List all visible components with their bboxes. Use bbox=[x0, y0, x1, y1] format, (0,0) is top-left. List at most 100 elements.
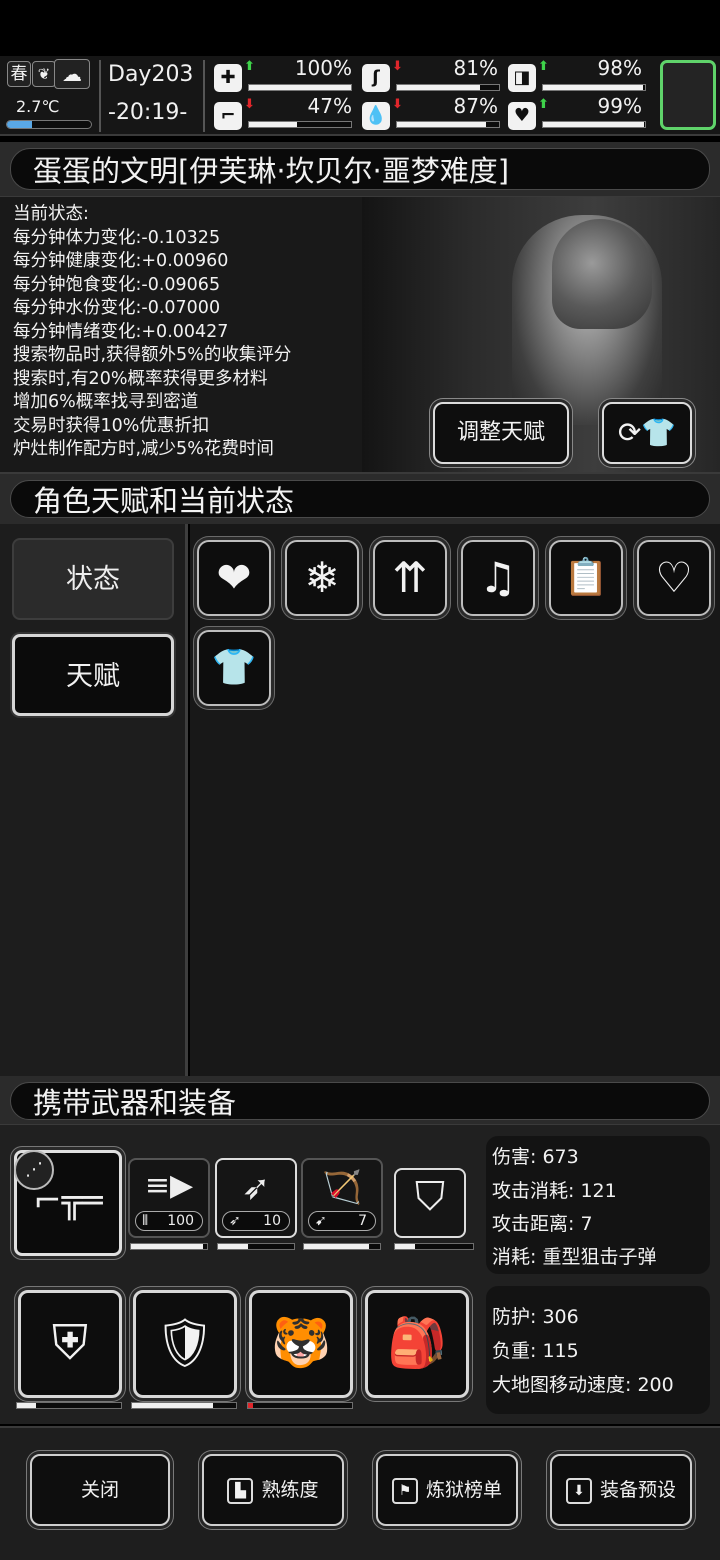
ammo-count: ➶ 10 bbox=[222, 1211, 290, 1231]
tiger-hat-icon[interactable]: 🐯 bbox=[249, 1290, 353, 1398]
ranking-label: 炼狱榜单 bbox=[425, 1479, 502, 1501]
knee-pads-durability bbox=[16, 1402, 122, 1409]
weapon-attack-range: 攻击距离: 7 bbox=[492, 1213, 593, 1235]
character-header: 蛋蛋的文明[伊芙琳·坎贝尔·噩梦难度] bbox=[0, 142, 720, 196]
map-move-speed: 大地图移动速度: 200 bbox=[492, 1374, 674, 1396]
water-value: 87% bbox=[453, 94, 498, 118]
ammo-count: ➹ 7 bbox=[308, 1211, 376, 1231]
armor-load: 负重: 115 bbox=[492, 1340, 579, 1362]
banner-icon: ⚑ bbox=[391, 1477, 418, 1504]
change-outfit-button[interactable]: ⟳👕 bbox=[602, 402, 692, 464]
status-effect-line: 搜索时,有20%概率获得更多材料 bbox=[13, 368, 268, 389]
durability-fill bbox=[304, 1244, 369, 1249]
knee-pads-icon[interactable]: ⛨ bbox=[18, 1290, 122, 1398]
weapon-slot-shield[interactable]: ⛉ bbox=[394, 1168, 466, 1238]
season-label: 春 bbox=[7, 61, 31, 87]
water-fill bbox=[397, 122, 486, 127]
status-effect-line: 每分钟情绪变化:+0.00427 bbox=[13, 321, 229, 342]
status-effect-line: 增加6%概率找寻到密道 bbox=[13, 392, 199, 412]
status-effect-line: 搜索物品时,获得额外5%的收集评分 bbox=[13, 345, 292, 365]
water-drop-icon[interactable]: 💧 bbox=[362, 102, 390, 130]
leg-bar bbox=[248, 121, 352, 128]
tab-status[interactable]: 状态 bbox=[12, 538, 174, 620]
status-effect-line: 每分钟饱食变化:-0.09065 bbox=[13, 274, 221, 295]
weapon-ammo-type: 消耗: 重型狙击子弹 bbox=[492, 1246, 657, 1268]
durability-fill bbox=[248, 1403, 254, 1408]
clipboard-pill-icon[interactable]: 📋 bbox=[549, 540, 623, 616]
weapon-slot-spear[interactable]: ➶ ➶ 10 bbox=[215, 1158, 297, 1238]
divider bbox=[203, 60, 205, 132]
purgatory-ranking-button[interactable]: ⚑ 炼狱榜单 bbox=[376, 1454, 518, 1526]
weapon-slot-main[interactable]: ⌐╦═ ⋰ bbox=[14, 1150, 122, 1256]
weather-cloud-icon[interactable]: ☁ bbox=[54, 59, 90, 89]
durability-fill bbox=[131, 1244, 204, 1249]
snowflake-icon[interactable]: ❄ bbox=[285, 540, 359, 616]
gear-title: 携带武器和装备 bbox=[33, 1086, 237, 1120]
proficiency-button[interactable]: ▙ 熟练度 bbox=[202, 1454, 344, 1526]
gatling-durability bbox=[130, 1243, 208, 1250]
first-aid-icon[interactable]: ✚ bbox=[214, 64, 242, 92]
gear-title-bar: 携带武器和装备 bbox=[10, 1082, 710, 1120]
adjust-talent-button[interactable]: 调整天赋 bbox=[433, 402, 569, 464]
crossbow-icon: 🏹 bbox=[322, 1168, 362, 1206]
character-title-bar: 蛋蛋的文明[伊芙琳·坎贝尔·噩梦难度] bbox=[10, 148, 710, 190]
character-title: 蛋蛋的文明[伊芙琳·坎贝尔·噩梦难度] bbox=[33, 154, 510, 188]
status-effect-line: 每分钟健康变化:+0.00960 bbox=[13, 251, 229, 271]
armor-info-box: 防护: 306 负重: 115 大地图移动速度: 200 bbox=[486, 1286, 710, 1414]
mood-value: 99% bbox=[597, 94, 642, 118]
proficiency-label: 熟练度 bbox=[261, 1479, 319, 1501]
medicine-bar bbox=[542, 84, 646, 91]
ammo-icon: ➹ bbox=[315, 1213, 327, 1229]
podium-icon: ▙ bbox=[227, 1477, 254, 1504]
leaf-icon: ❦ bbox=[32, 61, 56, 87]
riot-shield-icon: ⛉ bbox=[415, 1174, 445, 1220]
trend-down-arrow: ⬇ bbox=[244, 97, 255, 112]
body-armor-icon[interactable]: 🛡 bbox=[133, 1290, 237, 1398]
mood-fill bbox=[543, 122, 644, 127]
stomach-icon[interactable]: ʃ bbox=[362, 64, 390, 92]
stamina-value: 100% bbox=[294, 56, 352, 80]
day-counter: Day203 bbox=[108, 62, 194, 87]
backpack-icon[interactable]: 🎒 bbox=[365, 1290, 469, 1398]
heart-icon[interactable]: ❤ bbox=[197, 540, 271, 616]
spear-durability bbox=[217, 1243, 295, 1250]
menu-slot-button[interactable] bbox=[660, 60, 716, 130]
equipment-preset-icon: ⬇ bbox=[565, 1477, 592, 1504]
temperature-text: 2.7℃ bbox=[16, 97, 60, 116]
ammo-count: ⦀ 100 bbox=[135, 1211, 203, 1231]
status-effect-line: 交易时获得10%优惠折扣 bbox=[13, 415, 210, 436]
stamina-bar bbox=[248, 84, 352, 91]
hunger-value: 81% bbox=[453, 56, 498, 80]
body-armor-durability bbox=[131, 1402, 237, 1409]
ammo-value: 7 bbox=[358, 1213, 367, 1229]
stamina-fill bbox=[249, 85, 351, 90]
crossbow-durability bbox=[303, 1243, 381, 1250]
equipment-preset-button[interactable]: ⬇ 装备预设 bbox=[550, 1454, 692, 1526]
weapon-slot-crossbow[interactable]: 🏹 ➹ 7 bbox=[301, 1158, 383, 1238]
weapon-slot-gatling[interactable]: ≡▶ ⦀ 100 bbox=[128, 1158, 210, 1238]
trend-down-arrow: ⬇ bbox=[392, 97, 403, 112]
pill-icon[interactable]: ◨ bbox=[508, 64, 536, 92]
stomach-heart-icon[interactable]: ♡ bbox=[637, 540, 711, 616]
status-effect-line: 每分钟水份变化:-0.07000 bbox=[13, 298, 221, 318]
durability-fill bbox=[132, 1403, 214, 1408]
temperature-bar bbox=[6, 120, 92, 129]
medicine-fill bbox=[543, 85, 643, 90]
shirt-swap-icon: ⟳👕 bbox=[617, 416, 677, 449]
tiger-hat-durability bbox=[247, 1402, 353, 1409]
music-heart-icon[interactable]: ♫ bbox=[461, 540, 535, 616]
weapon-attack-cost: 攻击消耗: 121 bbox=[492, 1180, 617, 1202]
status-effect-line: 炉灶制作配方时,减少5%花费时间 bbox=[13, 439, 274, 459]
boot-icon[interactable]: ⌐ bbox=[214, 102, 242, 130]
shirt-sparkle-icon[interactable]: 👕 bbox=[197, 630, 271, 706]
leg-value: 47% bbox=[307, 94, 352, 118]
temperature-fill bbox=[7, 121, 33, 128]
stomach-arrows-icon[interactable]: ⇈ bbox=[373, 540, 447, 616]
tab-talent[interactable]: 天赋 bbox=[12, 634, 174, 716]
durability-fill bbox=[395, 1244, 415, 1249]
close-button[interactable]: 关闭 bbox=[30, 1454, 170, 1526]
ammo-value: 10 bbox=[263, 1213, 281, 1229]
divider bbox=[99, 60, 101, 132]
heart-pulse-icon[interactable]: ♥ bbox=[508, 102, 536, 130]
game-clock: -20:19- bbox=[108, 100, 188, 125]
